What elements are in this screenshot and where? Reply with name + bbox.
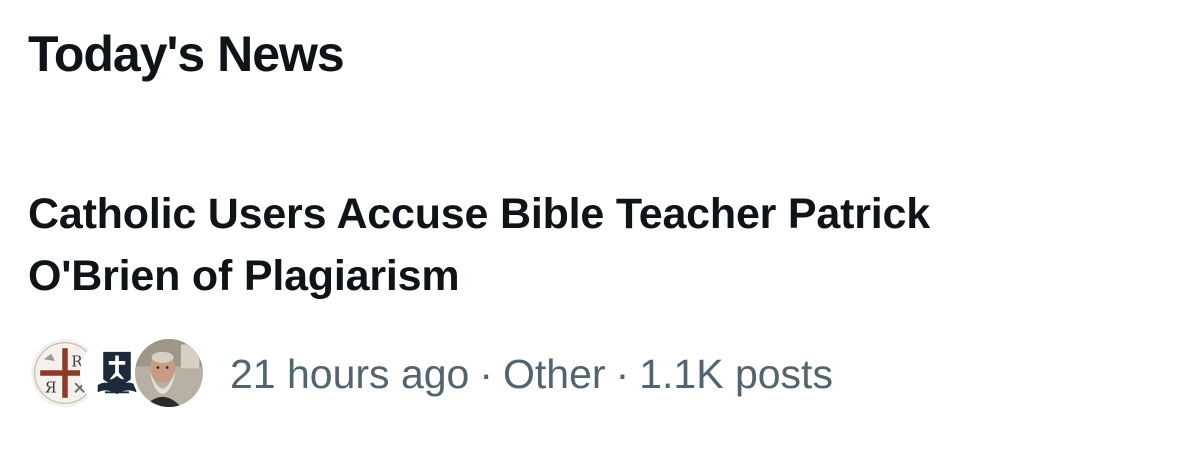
svg-text:Я: Я [45, 379, 57, 396]
section-title: Today's News [28, 26, 345, 82]
bearded-man-photo-icon [132, 336, 206, 410]
story-headline[interactable]: Catholic Users Accuse Bible Teacher Patr… [28, 183, 1168, 307]
meta-separator-2: · [615, 350, 630, 397]
story-meta-row: R Я 21 hours ago · Other · 1.1K posts [28, 334, 833, 414]
story-headline-line1: Catholic Users Accuse Bible Teacher Patr… [28, 190, 930, 238]
story-post-count: 1.1K posts [639, 350, 833, 397]
avatar-stack: R Я [28, 334, 208, 414]
story-time: 21 hours ago [230, 350, 470, 397]
meta-separator-1: · [479, 350, 494, 397]
story-category: Other [503, 350, 606, 397]
story-meta-text: 21 hours ago · Other · 1.1K posts [230, 351, 833, 398]
news-story-card[interactable]: Catholic Users Accuse Bible Teacher Patr… [28, 183, 1168, 307]
todays-news-panel: Today's News Catholic Users Accuse Bible… [0, 0, 1199, 450]
story-headline-line2: O'Brien of Plagiarism [28, 252, 460, 300]
